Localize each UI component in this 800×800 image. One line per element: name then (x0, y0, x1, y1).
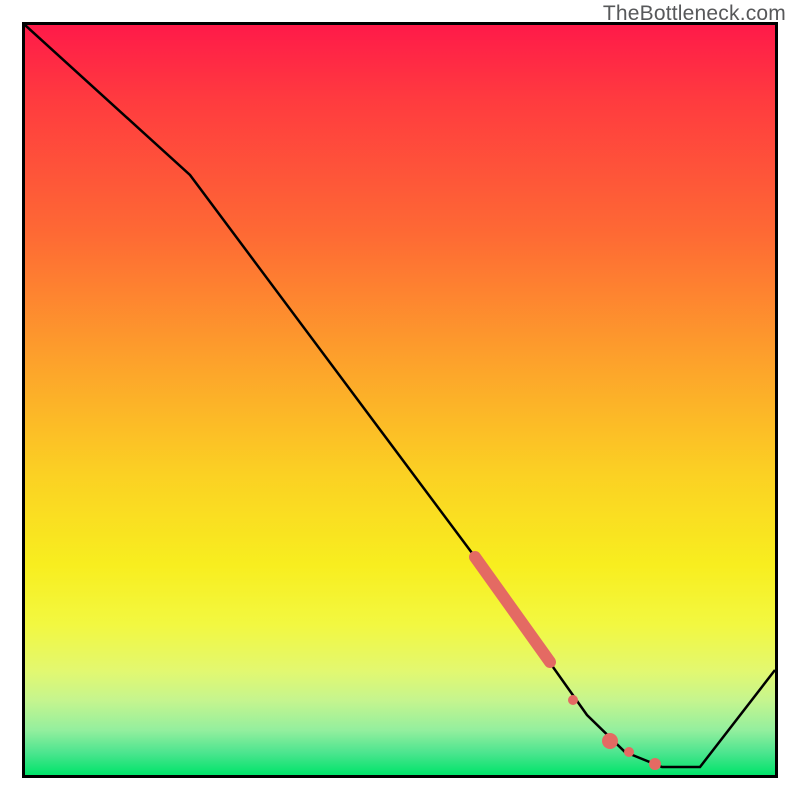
bottleneck-curve (25, 25, 775, 767)
plot-area (22, 22, 778, 778)
chart-container: TheBottleneck.com (0, 0, 800, 800)
highlight-dot-4 (649, 758, 661, 770)
highlight-dot-1 (568, 695, 578, 705)
highlight-dot-3 (624, 747, 634, 757)
highlight-segment (475, 557, 550, 662)
chart-svg (25, 25, 775, 775)
highlight-dot-2 (602, 733, 618, 749)
